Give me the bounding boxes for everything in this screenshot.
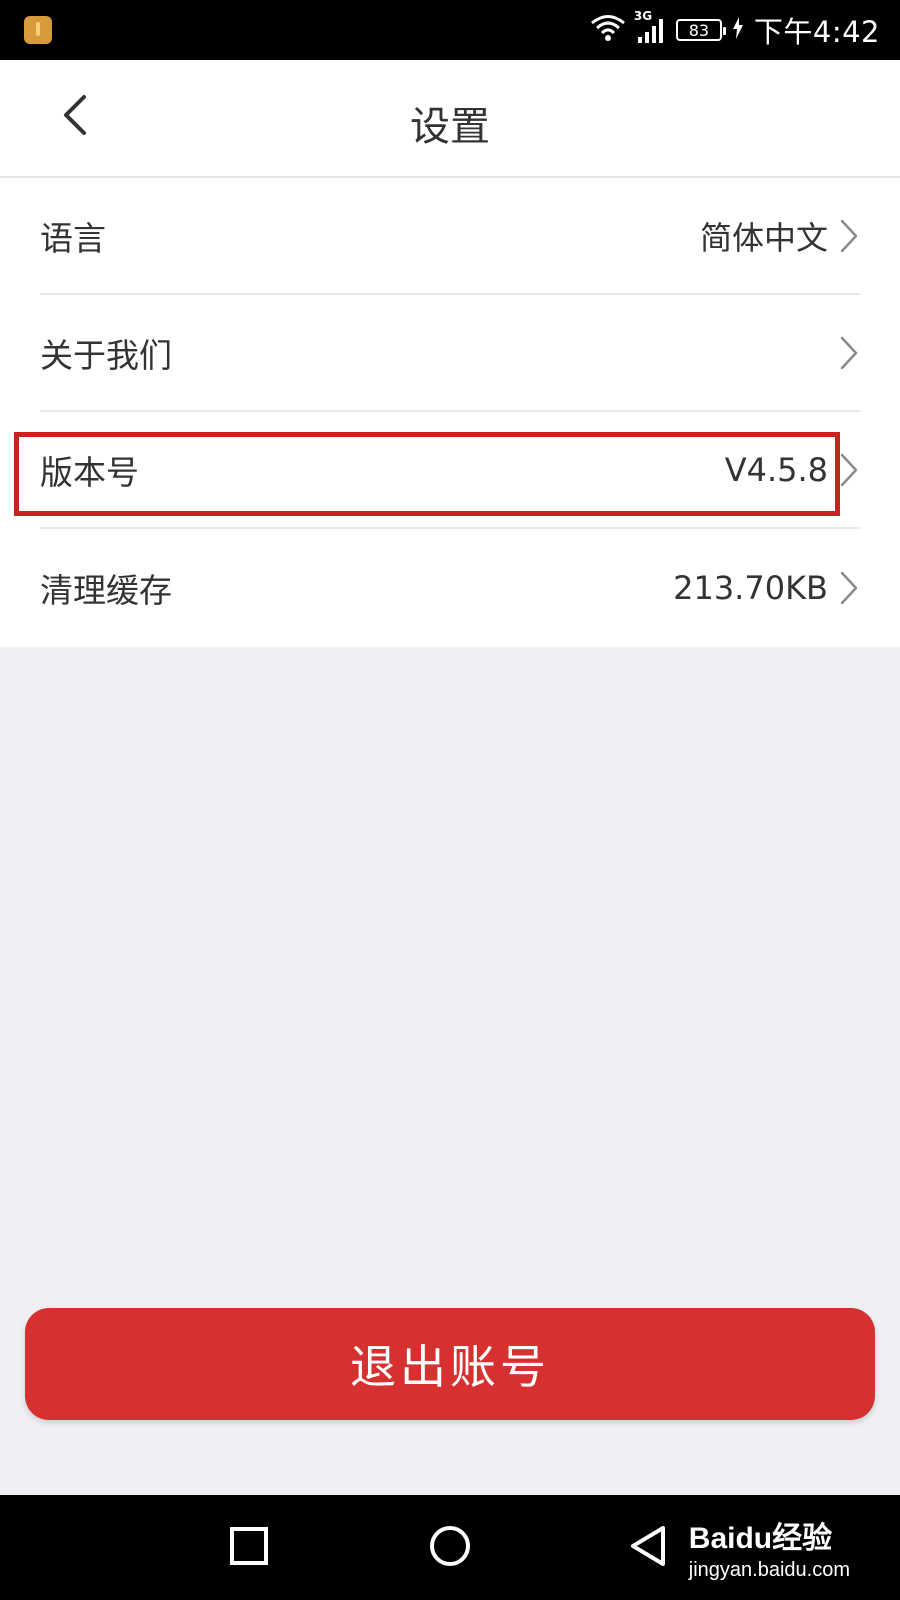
circle-icon — [428, 1524, 472, 1572]
settings-item-label: 关于我们 — [40, 335, 172, 375]
settings-item-value: 213.70KB — [673, 569, 828, 607]
chevron-right-icon — [838, 452, 860, 488]
navigation-bar: Baidu经验 jingyan.baidu.com — [0, 1495, 900, 1600]
chevron-right-icon — [838, 335, 860, 371]
settings-item-label: 版本号 — [40, 452, 139, 492]
watermark-url: jingyan.baidu.com — [688, 1559, 850, 1581]
settings-item-version[interactable]: 版本号 V4.5.8 — [40, 412, 860, 529]
header: 设置 — [0, 60, 900, 178]
logout-button[interactable]: 退出账号 — [25, 1308, 875, 1420]
status-time: 下午4:42 — [753, 15, 880, 49]
settings-item-language[interactable]: 语言 简体中文 — [40, 178, 860, 295]
battery-level: 83 — [688, 20, 710, 40]
triangle-back-icon — [627, 1524, 671, 1572]
recent-apps-button[interactable] — [222, 1521, 276, 1575]
watermark: Baidu经验 jingyan.baidu.com — [689, 1513, 850, 1582]
watermark-logo-text: Baidu经验 — [688, 1522, 833, 1555]
home-button[interactable] — [423, 1521, 477, 1575]
chevron-right-icon — [838, 218, 860, 254]
cellular-signal-icon: 3G — [634, 9, 666, 45]
settings-item-value: 简体中文 — [699, 218, 828, 257]
back-nav-button[interactable] — [622, 1521, 676, 1575]
settings-item-label: 语言 — [40, 218, 106, 258]
battery-icon: 83 — [675, 19, 726, 41]
charging-icon — [732, 17, 744, 43]
settings-item-value: V4.5.8 — [724, 450, 828, 489]
settings-item-about-us[interactable]: 关于我们 — [40, 295, 860, 412]
chevron-right-icon — [838, 570, 860, 606]
notification-app-icon — [24, 16, 52, 44]
page-title: 设置 — [410, 104, 490, 150]
settings-list: 语言 简体中文 关于我们 版本号 V4.5.8 清理缓存 213.70KB — [0, 178, 900, 647]
settings-item-label: 清理缓存 — [40, 571, 172, 610]
status-indicators: 3G 83 下午4:42 — [590, 9, 880, 50]
wifi-icon — [590, 13, 626, 47]
settings-item-clear-cache[interactable]: 清理缓存 213.70KB — [40, 529, 860, 647]
status-bar: 3G 83 下午4:42 — [0, 0, 900, 60]
square-icon — [229, 1526, 269, 1570]
network-type-label: 3G — [633, 9, 653, 23]
